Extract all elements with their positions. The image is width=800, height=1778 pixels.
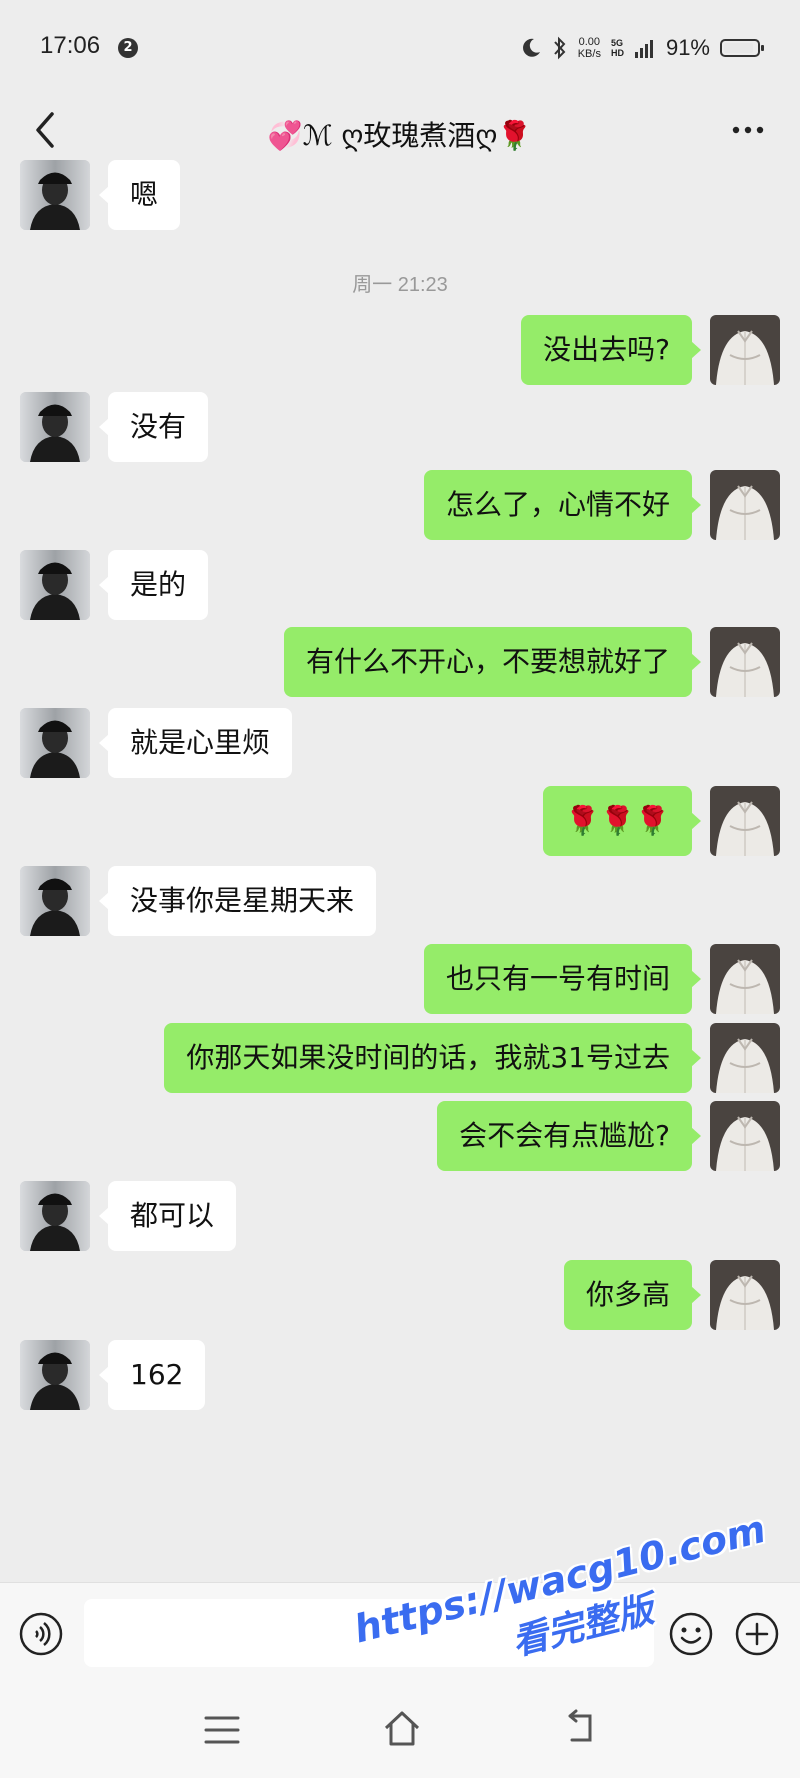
message-bubble[interactable]: 嗯: [98, 160, 181, 230]
contact-avatar-image: [20, 708, 90, 778]
battery-percent: 91%: [665, 35, 710, 60]
contact-avatar[interactable]: [20, 866, 90, 936]
voice-icon[interactable]: [18, 1611, 64, 1657]
signal-5g-label: 5G: [610, 38, 623, 48]
battery-icon: [720, 39, 764, 57]
message-bubble[interactable]: 你多高: [563, 1260, 702, 1330]
contact-avatar[interactable]: [20, 392, 90, 462]
message-bubble[interactable]: 就是心里烦: [98, 708, 293, 778]
contact-avatar[interactable]: [20, 708, 90, 778]
message-bubble[interactable]: 没出去吗?: [521, 315, 701, 385]
contact-avatar[interactable]: [20, 160, 90, 230]
my-avatar-image: [710, 786, 780, 856]
signal-bars-icon: [634, 40, 653, 58]
my-avatar[interactable]: [710, 786, 780, 856]
bluetooth-icon: [553, 36, 566, 60]
net-speed-value: 0.00: [578, 36, 601, 48]
message-bubble[interactable]: 你那天如果没时间的话，我就31号过去: [164, 1023, 701, 1093]
notification-badge: 2: [118, 38, 138, 58]
chat-title: 💞ℳ ღ玫瑰煮酒ღ🌹: [267, 119, 533, 152]
contact-avatar-image: [20, 866, 90, 936]
message-list[interactable]: 嗯周一 21:23 没出去吗? 没有怎么了，心情不好是的有什么不开心，不要想就好了就…: [0, 160, 800, 1582]
my-avatar[interactable]: [710, 470, 780, 540]
my-avatar[interactable]: [710, 1101, 780, 1171]
message-bubble[interactable]: 是的: [98, 550, 209, 620]
my-avatar[interactable]: [710, 944, 780, 1014]
message-bubble[interactable]: 🌹🌹🌹: [543, 786, 701, 856]
contact-avatar-image: [20, 1181, 90, 1251]
message-bubble[interactable]: 都可以: [98, 1181, 237, 1251]
message-bubble[interactable]: 也只有一号有时间: [423, 944, 702, 1014]
my-avatar-image: [710, 1260, 780, 1330]
contact-avatar[interactable]: [20, 1181, 90, 1251]
moon-icon: [522, 38, 540, 57]
my-avatar[interactable]: [710, 627, 780, 697]
contact-avatar[interactable]: [20, 1340, 90, 1410]
contact-avatar-image: [20, 1340, 90, 1410]
status-time: 17:06: [40, 32, 101, 59]
message-bubble[interactable]: 会不会有点尴尬?: [437, 1101, 701, 1171]
contact-avatar-image: [20, 392, 90, 462]
my-avatar[interactable]: [710, 315, 780, 385]
my-avatar-image: [710, 944, 780, 1014]
message-bubble[interactable]: 怎么了，心情不好: [423, 470, 702, 540]
my-avatar-image: [710, 315, 780, 385]
status-indicators: 0.00 KB/s 5G HD 91%: [520, 30, 764, 66]
message-bubble[interactable]: 162: [98, 1340, 206, 1410]
battery-fill: [724, 43, 754, 53]
contact-avatar[interactable]: [20, 550, 90, 620]
menu-icon[interactable]: [202, 1712, 242, 1748]
signal-hd-label: HD: [610, 48, 624, 58]
my-avatar-image: [710, 1023, 780, 1093]
contact-avatar-image: [20, 160, 90, 230]
signal-indicator: 5G HD: [611, 38, 624, 58]
my-avatar[interactable]: [710, 1260, 780, 1330]
contact-avatar-image: [20, 550, 90, 620]
message-bubble[interactable]: 没事你是星期天来: [98, 866, 377, 936]
chat-header: 💞ℳ ღ玫瑰煮酒ღ🌹: [0, 100, 800, 164]
my-avatar-image: [710, 470, 780, 540]
my-avatar-image: [710, 627, 780, 697]
my-avatar-image: [710, 1101, 780, 1171]
net-speed: 0.00 KB/s: [578, 36, 601, 60]
back-icon[interactable]: [560, 1708, 600, 1748]
status-bar: 17:06 2 0.00 KB/s 5G HD 91%: [0, 0, 800, 100]
net-speed-unit: KB/s: [577, 48, 601, 60]
message-bubble[interactable]: 没有: [98, 392, 209, 462]
more-dots-icon[interactable]: [726, 108, 770, 152]
message-timestamp: 周一 21:23: [352, 274, 448, 296]
message-bubble[interactable]: 有什么不开心，不要想就好了: [283, 627, 702, 697]
my-avatar[interactable]: [710, 1023, 780, 1093]
